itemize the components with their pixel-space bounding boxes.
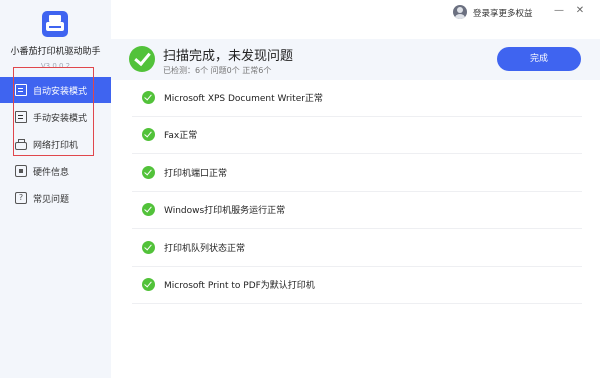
sidebar-item-label: 网络打印机 xyxy=(33,140,79,151)
doc-icon xyxy=(15,111,27,123)
check-icon xyxy=(142,128,155,142)
list-item: Microsoft Print to PDF为默认打印机 xyxy=(132,267,582,304)
sidebar-item-label: 硬件信息 xyxy=(33,167,70,178)
check-icon xyxy=(142,278,155,292)
done-button[interactable]: 完成 xyxy=(497,47,581,71)
summary-title: 扫描完成，未发现问题 xyxy=(163,49,294,64)
help-icon: ? xyxy=(15,192,27,204)
list-item: Fax正常 xyxy=(132,117,582,154)
top-bar: 登录享更多权益 — ✕ xyxy=(111,0,600,26)
summary-subtitle: 已检测：6个 问题0个 正常6个 xyxy=(163,66,272,75)
scan-summary: 扫描完成，未发现问题 已检测：6个 问题0个 正常6个 完成 xyxy=(111,39,600,80)
sidebar-item-label: 自动安装模式 xyxy=(33,86,88,97)
sidebar-item-manual-install[interactable]: 手动安装模式 xyxy=(0,104,111,130)
list-item: 打印机端口正常 xyxy=(132,154,582,192)
results-list: Microsoft XPS Document Writer正常 Fax正常 打印… xyxy=(132,79,582,304)
sidebar-item-network-printer[interactable]: 网络打印机 xyxy=(0,131,111,157)
doc-icon xyxy=(15,84,27,96)
app-version: V3.0.0.2 xyxy=(40,62,71,70)
avatar-icon[interactable] xyxy=(453,5,467,19)
sidebar-item-auto-install[interactable]: 自动安装模式 xyxy=(0,77,111,103)
list-item: Microsoft XPS Document Writer正常 xyxy=(132,79,582,117)
chip-icon xyxy=(15,165,27,177)
sidebar-item-label: 手动安装模式 xyxy=(33,113,88,124)
check-icon xyxy=(142,240,155,254)
app-name: 小番茄打印机驱动助手 xyxy=(10,47,101,57)
result-text: Windows打印机服务运行正常 xyxy=(164,206,286,217)
sidebar-item-faq[interactable]: ? 常见问题 xyxy=(0,185,111,211)
printer-icon xyxy=(15,138,27,150)
result-text: Fax正常 xyxy=(164,131,198,142)
app-logo-icon xyxy=(42,11,68,37)
list-item: Windows打印机服务运行正常 xyxy=(132,192,582,229)
check-icon xyxy=(142,90,155,104)
result-text: Microsoft XPS Document Writer正常 xyxy=(164,93,323,104)
list-item: 打印机队列状态正常 xyxy=(132,229,582,267)
sidebar-item-hardware-info[interactable]: 硬件信息 xyxy=(0,158,111,184)
check-icon xyxy=(142,203,155,217)
result-text: 打印机端口正常 xyxy=(164,168,228,179)
sidebar-item-label: 常见问题 xyxy=(33,194,70,205)
login-link[interactable]: 登录享更多权益 xyxy=(473,7,533,19)
result-text: 打印机队列状态正常 xyxy=(164,243,246,254)
success-check-icon xyxy=(129,46,155,72)
minimize-button[interactable]: — xyxy=(552,4,566,18)
close-button[interactable]: ✕ xyxy=(573,4,587,18)
sidebar: 小番茄打印机驱动助手 V3.0.0.2 自动安装模式 手动安装模式 网络打印机 … xyxy=(0,0,111,378)
result-text: Microsoft Print to PDF为默认打印机 xyxy=(164,281,315,292)
check-icon xyxy=(142,165,155,179)
